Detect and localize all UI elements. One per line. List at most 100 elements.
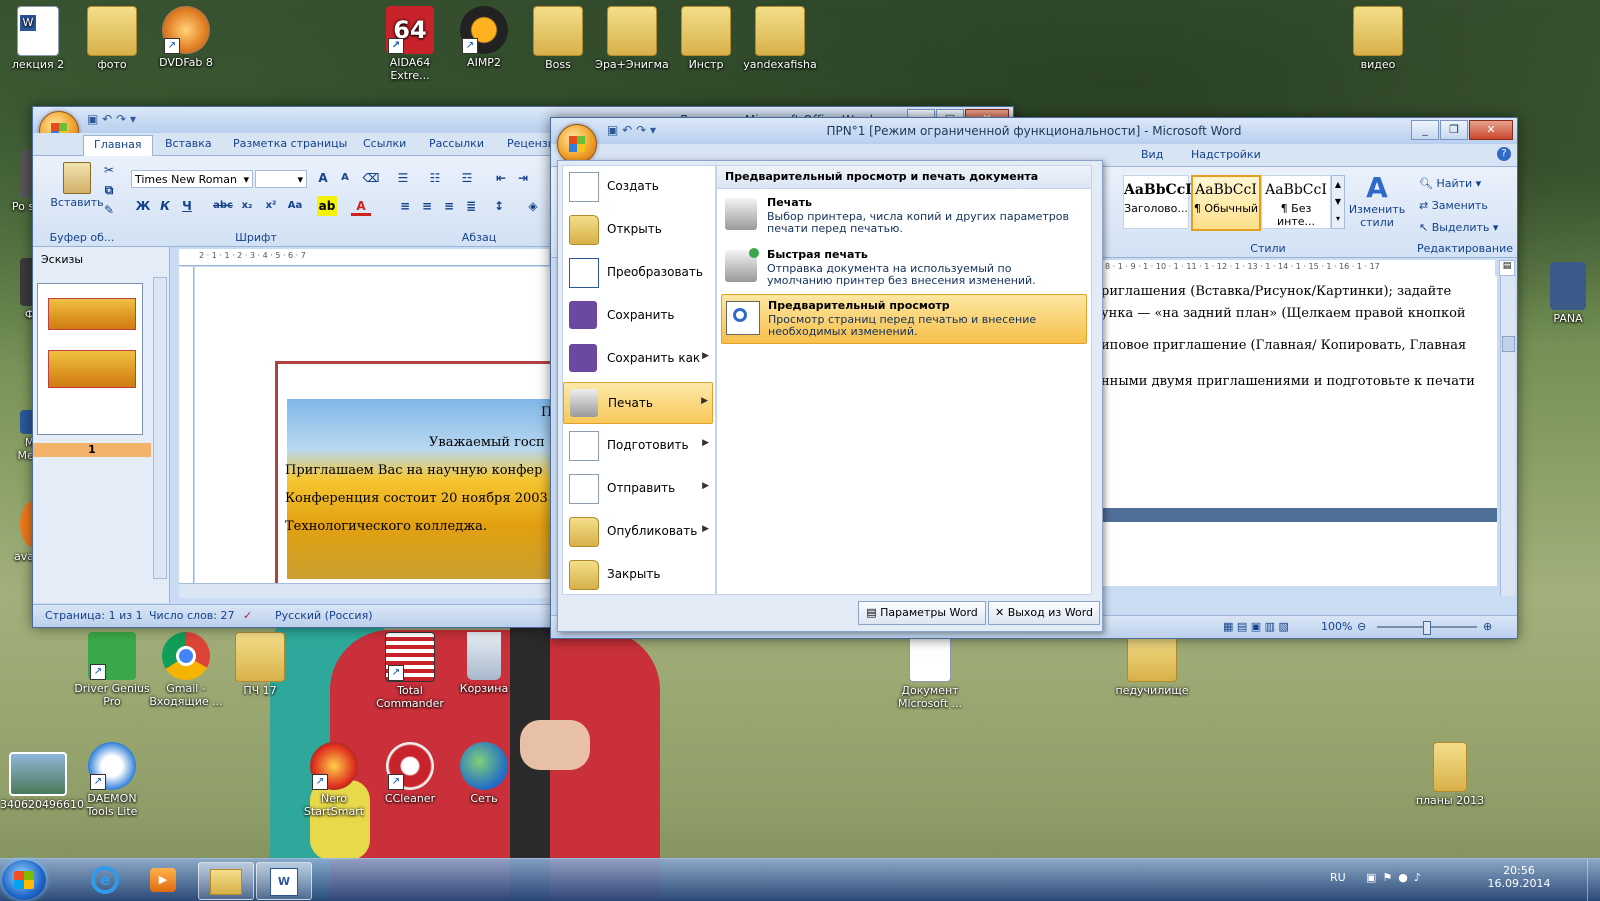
decrease-indent-icon[interactable]: ⇤ (491, 168, 511, 188)
taskbar-explorer[interactable] (198, 862, 254, 900)
desktop-icon-plans[interactable]: планы 2013 (1412, 742, 1488, 807)
vertical-ruler[interactable] (179, 267, 194, 583)
align-left-icon[interactable]: ≡ (395, 196, 415, 216)
menu-item-save[interactable]: Сохранить (563, 295, 713, 335)
change-styles-button[interactable]: A Изменить стили (1347, 173, 1407, 237)
multilevel-list-icon[interactable]: ☲ (457, 168, 477, 188)
thumbnails-scrollbar[interactable] (153, 277, 167, 579)
copy-icon[interactable]: ⧉ (99, 180, 119, 200)
style-normal[interactable]: AaBbCcI ¶ Обычный (1191, 175, 1261, 231)
taskbar-media-player[interactable]: ▶ (136, 862, 190, 898)
strikethrough-icon[interactable]: abc (213, 196, 233, 216)
tab-insert[interactable]: Вставка (165, 137, 212, 150)
tab-home[interactable]: Главная (83, 135, 153, 158)
tab-review[interactable]: Рецензи (507, 137, 555, 150)
font-size-combo[interactable]: ▾ (255, 170, 307, 188)
quick-access-toolbar[interactable]: ▣ ↶ ↷ ▾ (87, 112, 136, 126)
desktop-icon-lecture[interactable]: W лекция 2 (0, 6, 76, 71)
exit-word-button[interactable]: ✕ Выход из Word (988, 601, 1100, 625)
desktop-icon-era[interactable]: Эра+Энигма (594, 6, 670, 71)
replace-button[interactable]: ⇄ Заменить (1419, 195, 1498, 217)
status-page[interactable]: Страница: 1 из 1 (45, 609, 143, 622)
vertical-scrollbar[interactable] (1500, 276, 1515, 596)
redo-icon[interactable]: ↷ (636, 123, 646, 137)
horizontal-ruler[interactable]: 8 · 1 · 9 · 1 · 10 · 1 · 11 · 1 · 12 · 1… (1101, 260, 1495, 277)
desktop-icon-total-commander[interactable]: ↗ Total Commander (372, 632, 448, 710)
justify-icon[interactable]: ≣ (461, 196, 481, 216)
menu-item-print[interactable]: Печать ▶ (563, 382, 713, 424)
desktop-icon-photo[interactable]: фото (74, 6, 150, 71)
tray-icons[interactable]: ▣⚑●♪ (1366, 871, 1427, 884)
superscript-icon[interactable]: x² (261, 196, 281, 216)
start-button[interactable] (2, 860, 46, 900)
desktop-icon-nero[interactable]: ↗ Nero StartSmart (296, 742, 372, 818)
menu-item-save-as[interactable]: Сохранить как ▶ (563, 338, 713, 378)
language-indicator[interactable]: RU (1330, 871, 1346, 884)
save-icon[interactable]: ▣ (87, 112, 98, 126)
clear-format-icon[interactable]: ⌫ (361, 168, 381, 188)
taskbar-ie[interactable]: e (78, 862, 132, 898)
shading-icon[interactable]: ◈ (523, 196, 543, 216)
undo-icon[interactable]: ↶ (102, 112, 112, 126)
desktop-icon-gmail[interactable]: Gmail - Входящие ... (148, 632, 224, 708)
submenu-quick-print[interactable]: Быстрая печать Отправка документа на испо… (721, 244, 1087, 292)
font-color-icon[interactable]: A (351, 196, 371, 216)
cut-icon[interactable]: ✂ (99, 160, 119, 180)
desktop-icon-aida64[interactable]: 64 ↗ AIDA64 Extre... (372, 6, 448, 82)
menu-item-publish[interactable]: Опубликовать ▶ (563, 511, 713, 551)
italic-icon[interactable]: К (155, 196, 175, 216)
shrink-font-icon[interactable]: A (335, 168, 355, 188)
grow-font-icon[interactable]: A (313, 168, 333, 188)
line-spacing-icon[interactable]: ↕ (489, 196, 509, 216)
tab-view[interactable]: Вид (1141, 148, 1163, 161)
front-word-window[interactable]: ▣ ↶ ↷ ▾ ПРN°1 [Режим ограниченной функци… (550, 117, 1518, 639)
desktop-icon-boss[interactable]: Boss (520, 6, 596, 71)
show-desktop-button[interactable] (1587, 859, 1600, 901)
desktop-icon-pedu[interactable]: педучилище (1114, 632, 1190, 697)
avast-tray-icon[interactable]: ● (1398, 871, 1414, 884)
desktop-icon-ms-document[interactable]: Документ Microsoft ... (892, 632, 968, 710)
format-painter-icon[interactable]: ✎ (99, 200, 119, 220)
flag-icon[interactable]: ⚑ (1382, 871, 1398, 884)
tab-addins[interactable]: Надстройки (1191, 148, 1261, 161)
network-icon[interactable]: ▣ (1366, 871, 1382, 884)
word-options-button[interactable]: ▤ Параметры Word (858, 601, 986, 625)
status-words[interactable]: Число слов: 27 (149, 609, 235, 622)
next-page[interactable] (1101, 522, 1497, 586)
increase-indent-icon[interactable]: ⇥ (513, 168, 533, 188)
qat-dropdown-icon[interactable]: ▾ (650, 123, 656, 137)
desktop-icon-network[interactable]: Сеть (446, 742, 522, 805)
status-language[interactable]: Русский (Россия) (275, 609, 373, 622)
view-buttons[interactable]: ▦ ▤ ▣ ▥ ▧ (1223, 620, 1289, 633)
underline-icon[interactable]: Ч (177, 196, 197, 216)
zoom-slider[interactable] (1377, 621, 1477, 635)
font-name-combo[interactable]: Times New Roman ▾ (131, 170, 253, 188)
desktop-icon-yandex[interactable]: yandexafisha (742, 6, 818, 71)
undo-icon[interactable]: ↶ (622, 123, 632, 137)
subscript-icon[interactable]: x₂ (237, 196, 257, 216)
desktop-icon-ccleaner[interactable]: ↗ CCleaner (372, 742, 448, 805)
redo-icon[interactable]: ↷ (116, 112, 126, 126)
zoom-in-icon[interactable]: ⊕ (1483, 620, 1492, 633)
menu-item-prepare[interactable]: Подготовить ▶ (563, 425, 713, 465)
volume-icon[interactable]: ♪ (1414, 871, 1427, 884)
qat-dropdown-icon[interactable]: ▾ (130, 112, 136, 126)
desktop-icon-pch17[interactable]: ПЧ 17 (222, 632, 298, 697)
tab-mailings[interactable]: Рассылки (429, 137, 484, 150)
tab-references[interactable]: Ссылки (363, 137, 406, 150)
save-icon[interactable]: ▣ (607, 123, 618, 137)
help-icon[interactable]: ? (1497, 147, 1511, 161)
menu-item-new[interactable]: Создать (563, 166, 713, 206)
submenu-print[interactable]: Печать Выбор принтера, числа копий и друг… (721, 192, 1087, 240)
view-ruler-icon[interactable]: ▤ (1499, 260, 1515, 276)
desktop-icon-pana[interactable]: PANA (1538, 262, 1598, 325)
front-window-titlebar[interactable]: ▣ ↶ ↷ ▾ ПРN°1 [Режим ограниченной функци… (551, 118, 1517, 144)
menu-item-open[interactable]: Открыть (563, 209, 713, 249)
style-heading[interactable]: AaBbCcI Заголово... (1123, 175, 1192, 229)
menu-item-convert[interactable]: Преобразовать (563, 252, 713, 292)
desktop-icon-recycle-bin[interactable]: Корзина (446, 632, 522, 695)
front-document-page[interactable]: риглашения (Вставка/Рисунок/Картинки); з… (1101, 276, 1497, 508)
close-button[interactable]: ✕ (1469, 120, 1513, 140)
desktop-icon-instr[interactable]: Инстр (668, 6, 744, 71)
menu-item-send[interactable]: Отправить ▶ (563, 468, 713, 508)
